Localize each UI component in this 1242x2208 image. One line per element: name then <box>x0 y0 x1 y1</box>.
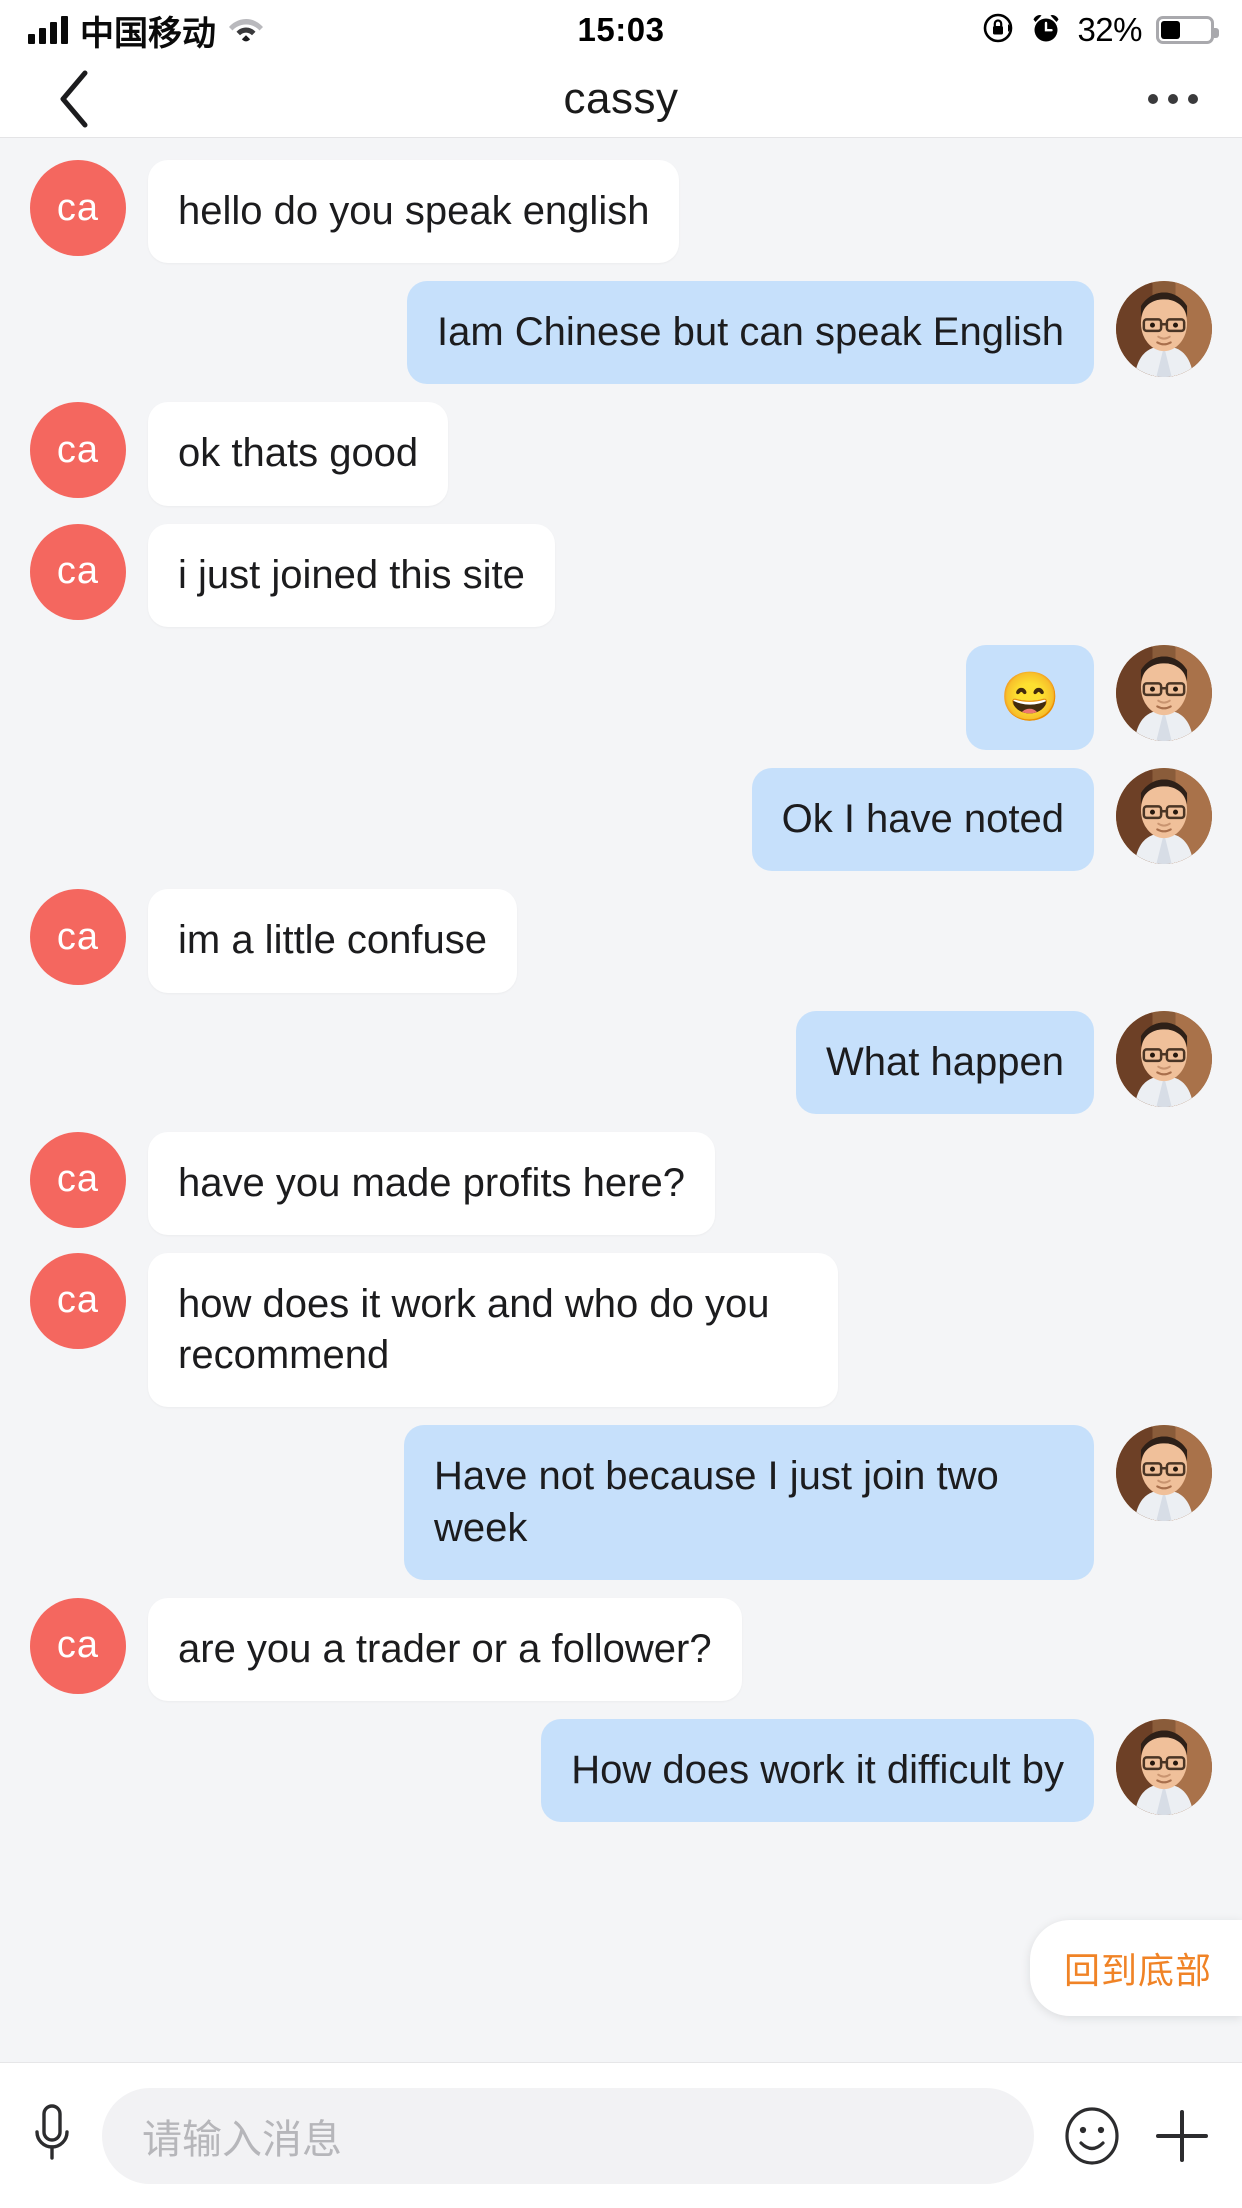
outgoing-message-bubble[interactable]: Ok I have noted <box>751 768 1094 872</box>
message-row: ca how does it work and who do you recomm… <box>0 1252 1242 1408</box>
emoji-icon[interactable] <box>1060 2104 1124 2168</box>
user-avatar[interactable] <box>1116 768 1212 865</box>
message-input-field[interactable]: 请输入消息 <box>102 2087 1034 2184</box>
rotation-lock-icon <box>981 11 1015 50</box>
user-avatar[interactable] <box>1116 1010 1212 1107</box>
message-row: ca are you a trader or a follower? <box>0 1597 1242 1701</box>
message-input-bar: 请输入消息 <box>0 2062 1242 2208</box>
message-row: What happen <box>0 1010 1242 1114</box>
dot-icon <box>1188 93 1198 104</box>
battery-percent-label: 32% <box>1077 11 1142 48</box>
chat-screen: 中国移动 15:03 32% cassy ca hello do you spe… <box>0 0 1242 2208</box>
peer-avatar-initials: ca <box>56 550 100 593</box>
more-options-button[interactable] <box>1144 76 1202 122</box>
peer-avatar[interactable]: ca <box>30 1597 126 1694</box>
message-row: How does work it difficult by <box>0 1718 1242 1823</box>
user-avatar[interactable] <box>1116 1718 1212 1815</box>
user-photo-avatar-icon <box>1116 768 1212 865</box>
status-bar: 中国移动 15:03 32% <box>0 0 1242 60</box>
user-photo-avatar-icon <box>1116 644 1212 741</box>
message-input-placeholder: 请输入消息 <box>142 2117 342 2162</box>
status-bar-right: 32% <box>981 11 1219 50</box>
peer-avatar-initials: ca <box>56 915 100 958</box>
incoming-message-bubble[interactable]: are you a trader or a follower? <box>148 1597 742 1701</box>
peer-avatar[interactable]: ca <box>30 402 126 499</box>
incoming-message-bubble[interactable]: im a little confuse <box>148 889 518 993</box>
incoming-message-bubble[interactable]: i just joined this site <box>148 523 555 627</box>
user-avatar[interactable] <box>1116 644 1212 741</box>
incoming-message-bubble[interactable]: have you made profits here? <box>148 1131 715 1235</box>
user-photo-avatar-icon <box>1116 1718 1212 1815</box>
message-row: 😄 <box>0 644 1242 751</box>
battery-icon <box>1156 16 1219 44</box>
message-row: ca have you made profits here? <box>0 1131 1242 1235</box>
user-photo-avatar-icon <box>1116 1425 1212 1522</box>
peer-avatar-initials: ca <box>56 1158 100 1201</box>
message-row: Ok I have noted <box>0 768 1242 872</box>
message-row: ca hello do you speak english <box>0 160 1242 264</box>
outgoing-message-bubble[interactable]: Iam Chinese but can speak English <box>406 281 1094 385</box>
outgoing-message-bubble[interactable]: What happen <box>796 1010 1094 1114</box>
peer-avatar[interactable]: ca <box>30 160 126 256</box>
page-title: cassy <box>563 73 679 123</box>
dot-icon <box>1148 93 1158 104</box>
plus-icon[interactable] <box>1150 2104 1214 2168</box>
message-row: ca ok thats good <box>0 402 1242 506</box>
alarm-clock-icon <box>1029 11 1063 50</box>
back-button[interactable] <box>40 64 110 134</box>
message-row: Iam Chinese but can speak English <box>0 281 1242 385</box>
message-row: ca im a little confuse <box>0 889 1242 993</box>
outgoing-message-bubble[interactable]: Have not because I just join two week <box>404 1425 1094 1580</box>
user-avatar[interactable] <box>1116 1425 1212 1522</box>
outgoing-message-bubble[interactable]: How does work it difficult by <box>541 1718 1094 1823</box>
message-list[interactable]: ca hello do you speak english Iam Chinese … <box>0 138 1242 2062</box>
peer-avatar-initials: ca <box>56 186 100 229</box>
outgoing-message-bubble[interactable]: 😄 <box>966 644 1094 751</box>
peer-avatar[interactable]: ca <box>30 889 126 986</box>
incoming-message-bubble[interactable]: hello do you speak english <box>148 160 680 264</box>
peer-avatar[interactable]: ca <box>30 523 126 620</box>
peer-avatar-initials: ca <box>56 1279 100 1322</box>
peer-avatar[interactable]: ca <box>30 1252 126 1349</box>
message-row: Have not because I just join two week <box>0 1425 1242 1580</box>
message-row: ca i just joined this site <box>0 523 1242 627</box>
microphone-icon[interactable] <box>28 2100 76 2172</box>
peer-avatar-initials: ca <box>56 1624 100 1667</box>
incoming-message-bubble[interactable]: ok thats good <box>148 402 449 506</box>
nav-bar: cassy <box>0 60 1242 138</box>
user-photo-avatar-icon <box>1116 1010 1212 1107</box>
back-chevron-icon <box>60 70 88 127</box>
back-to-bottom-button[interactable]: 回到底部 <box>1029 1920 1242 2016</box>
user-photo-avatar-icon <box>1116 281 1212 378</box>
user-avatar[interactable] <box>1116 281 1212 378</box>
dot-icon <box>1168 93 1178 104</box>
incoming-message-bubble[interactable]: how does it work and who do you recommen… <box>148 1252 838 1408</box>
peer-avatar[interactable]: ca <box>30 1131 126 1228</box>
peer-avatar-initials: ca <box>56 428 100 471</box>
